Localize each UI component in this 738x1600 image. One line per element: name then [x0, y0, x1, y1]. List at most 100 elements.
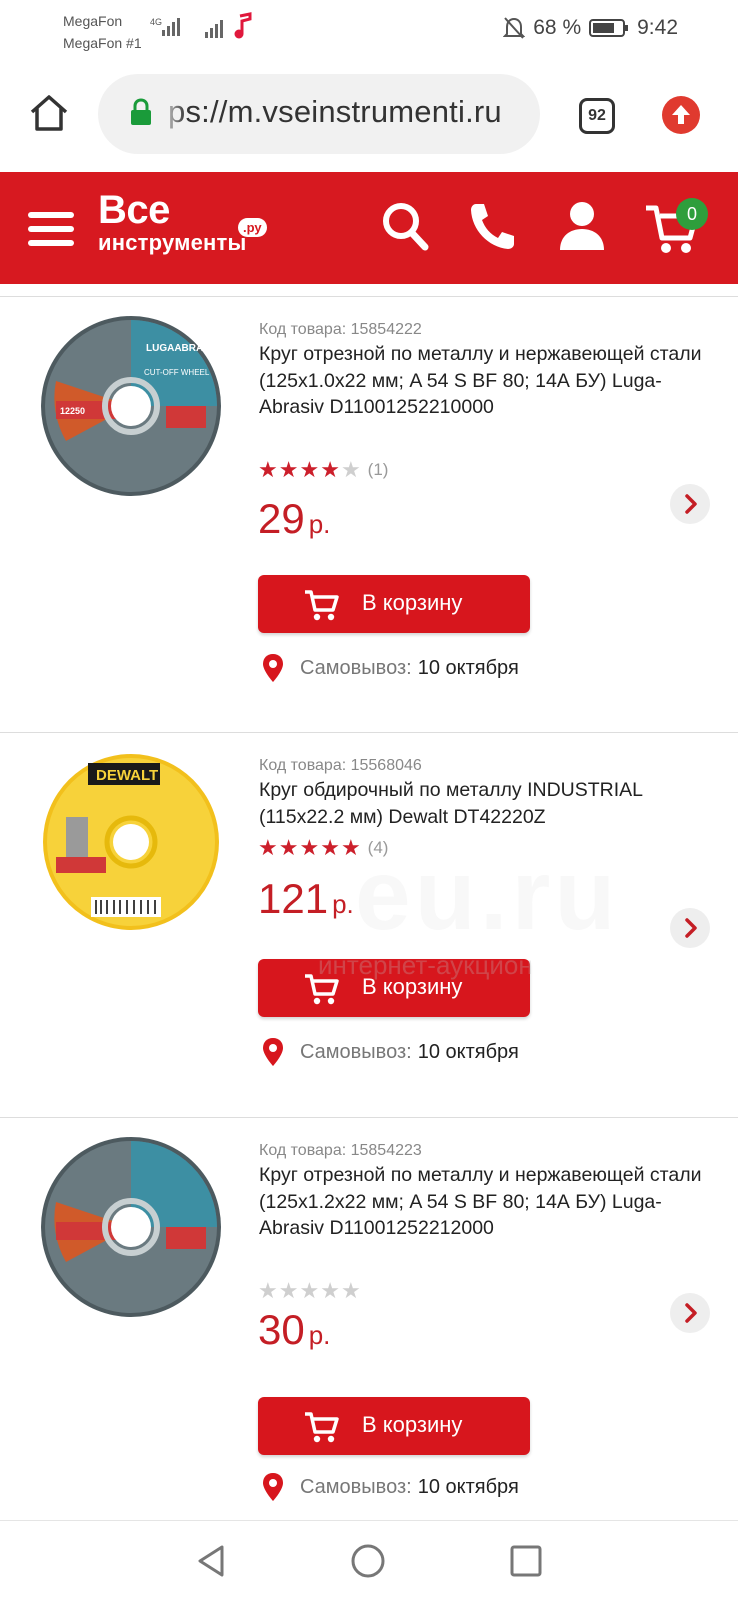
system-navigation-bar — [0, 1520, 738, 1600]
pickup-label: Самовывоз: — [300, 656, 412, 679]
star-filled-icon: ★ — [258, 835, 278, 860]
product-sku: Код товара: 15568046 — [259, 757, 422, 774]
rating-stars: ★ ★ ★ ★ ★ (1) — [258, 459, 388, 481]
carrier-2: MegaFon #1 — [63, 35, 142, 51]
chevron-right-icon — [685, 918, 697, 938]
watermark-logo: eu.ru — [355, 839, 620, 951]
signal-4g-icon: 4G — [150, 17, 180, 36]
cart-icon — [305, 590, 339, 621]
disc-type-text: CUT-OFF WHEEL — [144, 368, 210, 377]
star-empty-icon: ★ — [258, 1278, 278, 1303]
product-details-button[interactable] — [670, 908, 710, 948]
logo-line-1: Все — [98, 188, 170, 232]
location-pin-icon — [263, 654, 283, 682]
status-bar: MegaFon MegaFon #1 4G 68 % 9:42 — [0, 0, 738, 62]
product-price: 30 р. — [258, 1306, 330, 1354]
product-image[interactable] — [36, 1132, 226, 1322]
product-price: 29 р. — [258, 495, 330, 543]
carrier-1: MegaFon — [63, 13, 123, 29]
product-card: Код товара: 15854223 Круг отрезной по ме… — [0, 1117, 738, 1501]
product-title-link[interactable]: Круг обдирочный по металлу INDUSTRIAL (1… — [259, 777, 714, 830]
chevron-right-icon — [685, 494, 697, 514]
rating-stars: ★ ★ ★ ★ ★ — [258, 1280, 362, 1302]
star-filled-icon: ★ — [299, 835, 320, 860]
star-empty-icon: ★ — [278, 1278, 299, 1303]
signal-icon — [205, 20, 223, 38]
star-filled-icon: ★ — [320, 835, 340, 860]
music-note-icon — [234, 12, 252, 39]
disc-brand-text: LUGAABRASIV — [146, 343, 220, 354]
pickup-date: 10 октября — [417, 656, 519, 679]
carrier-names: MegaFon MegaFon #1 — [63, 10, 142, 54]
chevron-right-icon — [685, 1303, 697, 1323]
pickup-date: 10 октября — [417, 1040, 519, 1063]
url-text: ps://m.vseinstrumenti.ru — [168, 94, 502, 129]
logo-domain: .ру — [238, 218, 267, 237]
product-sku: Код товара: 15854222 — [259, 321, 422, 338]
price-value: 121 — [258, 875, 329, 922]
price-value: 29 — [258, 495, 305, 542]
product-image[interactable]: LUGAABRASIV CUT-OFF WHEEL 12250 — [36, 311, 226, 501]
pickup-label: Самовывоз: — [300, 1475, 412, 1498]
cart-icon — [305, 1412, 339, 1443]
battery-percent: 68 % — [533, 16, 582, 39]
review-count[interactable]: (1) — [368, 460, 389, 480]
star-empty-icon: ★ — [340, 1278, 361, 1303]
price-currency: р. — [308, 1320, 331, 1350]
cart-count-badge: 0 — [676, 198, 708, 230]
star-filled-icon: ★ — [320, 457, 340, 482]
pickup-info: Самовывоз: 10 октября — [262, 653, 519, 683]
arrow-up-icon — [672, 105, 690, 124]
star-filled-icon: ★ — [278, 835, 299, 860]
address-bar[interactable]: ps://m.vseinstrumenti.ru — [98, 74, 540, 154]
back-icon[interactable] — [194, 1543, 230, 1579]
add-to-cart-button[interactable]: В корзину — [258, 575, 530, 633]
home-icon[interactable] — [28, 92, 70, 134]
location-pin-icon — [263, 1473, 283, 1501]
battery-icon — [589, 19, 629, 37]
url-fade — [160, 86, 186, 142]
update-button[interactable] — [662, 96, 700, 134]
clock: 9:42 — [637, 16, 678, 39]
logo-line-2: инструменты — [98, 230, 247, 255]
bell-off-icon — [503, 17, 526, 39]
star-empty-icon: ★ — [299, 1278, 320, 1303]
lock-icon — [131, 98, 151, 125]
product-title-link[interactable]: Круг отрезной по металлу и нержавеющей с… — [259, 341, 714, 421]
product-image[interactable]: DEWALT — [36, 747, 226, 937]
pickup-date: 10 октября — [417, 1475, 519, 1498]
hamburger-menu-icon[interactable] — [28, 212, 74, 246]
user-icon[interactable] — [558, 200, 606, 252]
star-filled-icon: ★ — [258, 457, 278, 482]
search-icon[interactable] — [380, 200, 430, 252]
network-type: 4G — [150, 17, 162, 27]
product-details-button[interactable] — [670, 484, 710, 524]
pickup-info: Самовывоз: 10 октября — [262, 1037, 519, 1067]
product-title-link[interactable]: Круг отрезной по металлу и нержавеющей с… — [259, 1162, 714, 1242]
home-circle-icon[interactable] — [350, 1543, 386, 1579]
star-filled-icon: ★ — [299, 457, 320, 482]
disc-brand-text: DEWALT — [96, 767, 158, 784]
star-filled-icon: ★ — [278, 457, 299, 482]
pickup-info: Самовывоз: 10 октября — [262, 1472, 519, 1502]
add-to-cart-label: В корзину — [362, 590, 463, 615]
star-empty-icon: ★ — [320, 1278, 340, 1303]
location-pin-icon — [263, 1038, 283, 1066]
add-to-cart-label: В корзину — [362, 1412, 463, 1437]
product-price: 121 р. — [258, 875, 354, 923]
recents-icon[interactable] — [508, 1543, 544, 1579]
star-empty-icon: ★ — [340, 457, 361, 482]
phone-icon[interactable] — [468, 200, 516, 252]
disc-size-text: 12250 — [60, 406, 85, 416]
price-value: 30 — [258, 1306, 305, 1353]
site-header: Все инструменты .ру — [0, 172, 738, 284]
product-details-button[interactable] — [670, 1293, 710, 1333]
product-sku: Код товара: 15854223 — [259, 1142, 422, 1159]
price-currency: р. — [308, 509, 331, 539]
add-to-cart-button[interactable]: В корзину — [258, 1397, 530, 1455]
watermark-text: интернет-аукцион — [318, 950, 533, 980]
price-currency: р. — [332, 889, 354, 919]
tabs-counter-button[interactable]: 92 — [579, 98, 615, 134]
product-card: LUGAABRASIV CUT-OFF WHEEL 12250 Код това… — [0, 296, 738, 682]
site-logo[interactable]: Все инструменты .ру — [98, 188, 267, 255]
